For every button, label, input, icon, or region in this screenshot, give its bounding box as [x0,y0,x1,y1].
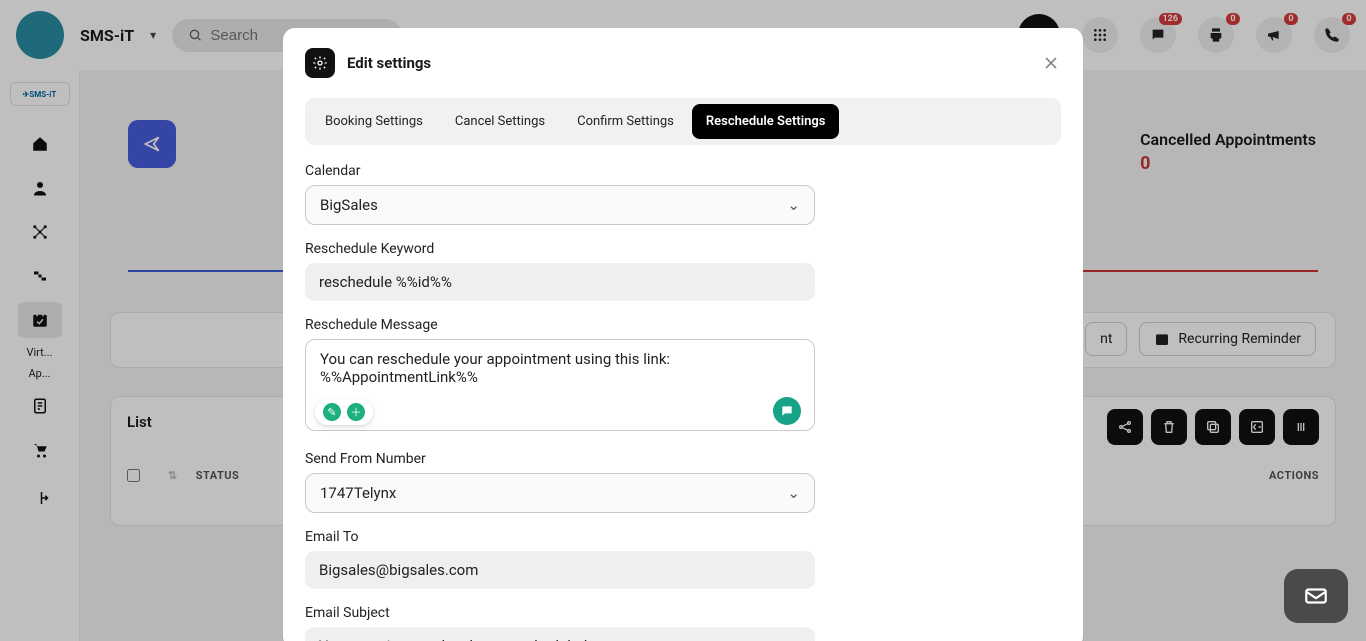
calendar-select[interactable]: BigSales ⌄ [305,185,815,225]
send-from-value: 1747Telynx [320,484,396,502]
tab-reschedule-settings[interactable]: Reschedule Settings [692,104,840,139]
chat-widget[interactable] [1284,569,1348,623]
wand-icon[interactable]: ✎ [323,403,341,421]
edit-settings-modal: Edit settings Booking Settings Cancel Se… [283,28,1083,641]
send-from-select[interactable]: 1747Telynx ⌄ [305,473,815,513]
calendar-label: Calendar [305,163,815,179]
chat-insert-button[interactable] [773,397,801,425]
calendar-value: BigSales [320,196,378,214]
chevron-down-icon: ⌄ [787,196,800,214]
reschedule-message-label: Reschedule Message [305,317,815,333]
close-button[interactable] [1041,53,1061,73]
tab-cancel-settings[interactable]: Cancel Settings [441,104,559,139]
send-from-label: Send From Number [305,451,815,467]
tab-confirm-settings[interactable]: Confirm Settings [563,104,688,139]
add-icon[interactable]: ＋ [347,403,365,421]
email-subject-label: Email Subject [305,605,815,621]
reschedule-message-textarea[interactable] [305,339,815,431]
tab-booking-settings[interactable]: Booking Settings [311,104,437,139]
gear-icon [305,48,335,78]
chevron-down-icon: ⌄ [787,484,800,502]
settings-tabs: Booking Settings Cancel Settings Confirm… [305,98,1061,145]
close-icon [1041,53,1061,73]
email-to-input[interactable] [305,551,815,589]
email-to-label: Email To [305,529,815,545]
editor-tools[interactable]: ✎ ＋ [315,399,373,425]
reschedule-keyword-label: Reschedule Keyword [305,241,815,257]
email-subject-input[interactable] [305,627,815,641]
mail-icon [1303,583,1329,609]
speech-icon [780,404,794,418]
modal-title: Edit settings [347,54,431,72]
settings-form: Calendar BigSales ⌄ Reschedule Keyword R… [305,163,815,641]
reschedule-keyword-input[interactable] [305,263,815,301]
